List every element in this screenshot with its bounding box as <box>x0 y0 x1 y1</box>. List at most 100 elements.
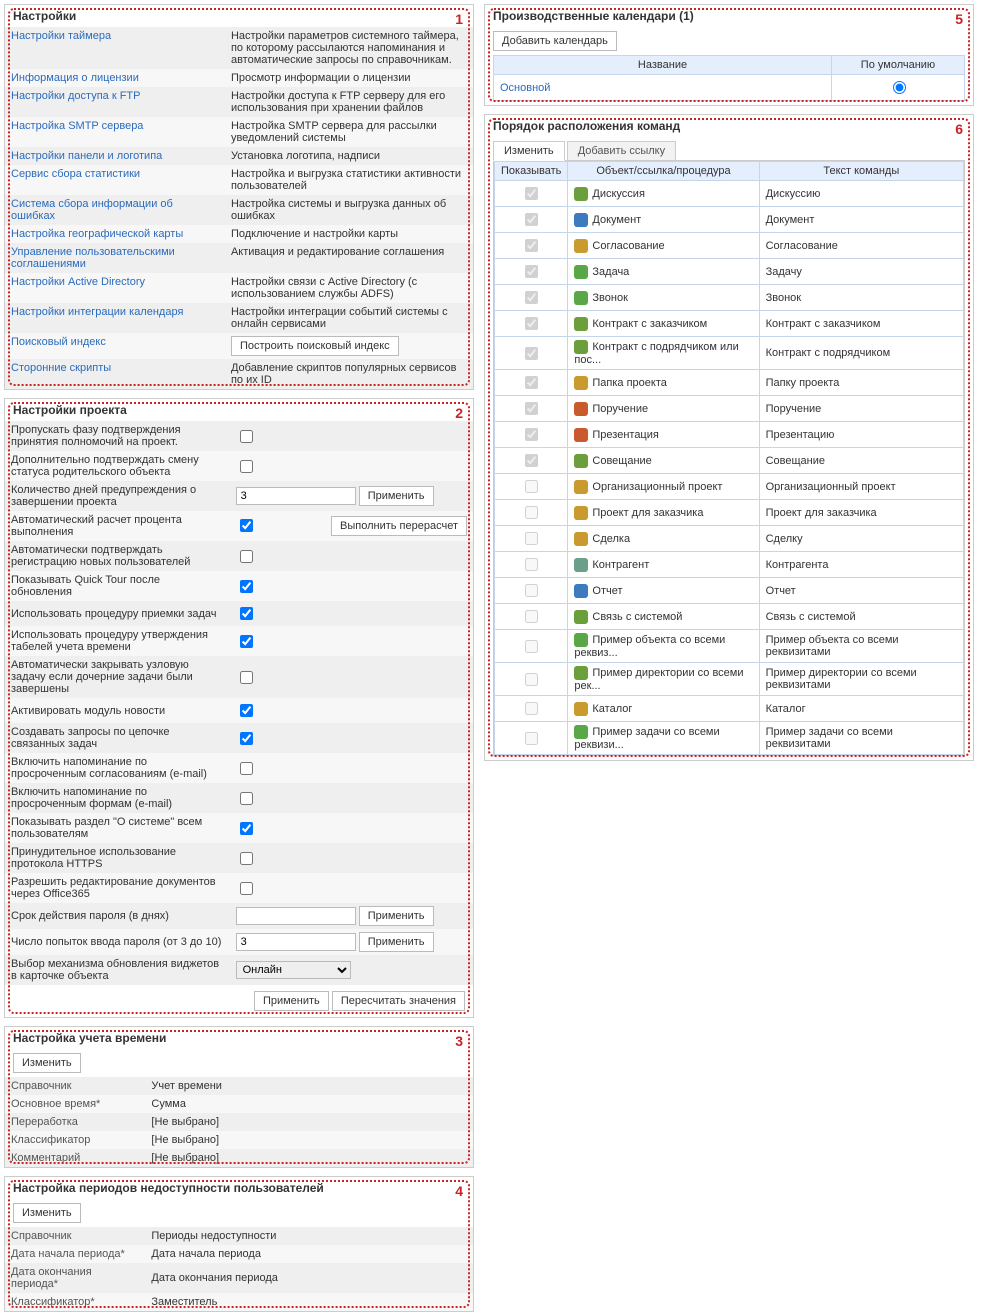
settings-link[interactable]: Настройка SMTP сервера <box>11 120 143 132</box>
project-setting-checkbox[interactable] <box>240 580 253 593</box>
command-text-label: Презентацию <box>759 422 963 448</box>
settings-row: Сервис сбора статистикиНастройка и выгру… <box>5 165 473 195</box>
settings-link[interactable]: Сторонние скрипты <box>11 362 111 374</box>
command-obj-label: Согласование <box>592 239 664 251</box>
project-setting-checkbox[interactable] <box>240 519 253 532</box>
prop-row: СправочникПериоды недоступности <box>5 1227 473 1245</box>
command-show-checkbox[interactable] <box>525 187 538 200</box>
project-setting-checkbox[interactable] <box>240 460 253 473</box>
command-show-checkbox[interactable] <box>525 532 538 545</box>
command-row: Контракт с заказчикомКонтракт с заказчик… <box>495 311 964 337</box>
project-setting-checkbox[interactable] <box>240 882 253 895</box>
unavail-edit-button[interactable]: Изменить <box>13 1203 81 1223</box>
settings-link[interactable]: Система сбора информации об ошибках <box>11 198 173 222</box>
command-show-checkbox[interactable] <box>525 376 538 389</box>
settings-row: Настройка географической картыПодключени… <box>5 225 473 243</box>
unavailability-panel: 4 Настройка периодов недоступности польз… <box>4 1176 474 1312</box>
command-show-checkbox[interactable] <box>525 291 538 304</box>
apply-button[interactable]: Применить <box>254 991 329 1011</box>
project-setting-checkbox[interactable] <box>240 762 253 775</box>
command-text-label: Контракт с подрядчиком <box>759 337 963 370</box>
project-setting-checkbox[interactable] <box>240 704 253 717</box>
command-show-checkbox[interactable] <box>525 673 538 686</box>
command-row: Каталог Каталог <box>495 696 964 722</box>
command-icon <box>574 506 588 520</box>
project-setting-checkbox[interactable] <box>240 822 253 835</box>
settings-link[interactable]: Настройки панели и логотипа <box>11 150 162 162</box>
tab-edit[interactable]: Изменить <box>493 141 565 161</box>
command-show-checkbox[interactable] <box>525 640 538 653</box>
add-calendar-button[interactable]: Добавить календарь <box>493 31 617 51</box>
settings-link[interactable]: Настройки Active Directory <box>11 276 145 288</box>
command-text-label: Отчет <box>759 578 963 604</box>
settings-link[interactable]: Сервис сбора статистики <box>11 168 140 180</box>
command-show-checkbox[interactable] <box>525 610 538 623</box>
command-text-label: Совещание <box>759 448 963 474</box>
settings-link[interactable]: Поисковый индекс <box>11 336 106 348</box>
command-row: ДискуссияДискуссию <box>495 181 964 207</box>
command-text-label: Каталог <box>759 696 963 722</box>
command-row: Пример объекта со всеми реквиз...Пример … <box>495 630 964 663</box>
settings-link[interactable]: Настройки таймера <box>11 30 111 42</box>
command-show-checkbox[interactable] <box>525 558 538 571</box>
project-setting-input[interactable] <box>236 907 356 925</box>
command-show-checkbox[interactable] <box>525 347 538 360</box>
command-show-checkbox[interactable] <box>525 213 538 226</box>
project-setting-label: Принудительное использование протокола H… <box>5 843 230 873</box>
project-setting-btn[interactable]: Выполнить перерасчет <box>331 516 467 536</box>
settings-link[interactable]: Настройки интеграции календаря <box>11 306 183 318</box>
tab-add-link[interactable]: Добавить ссылку <box>567 141 676 161</box>
project-setting-checkbox[interactable] <box>240 792 253 805</box>
command-obj-label: Каталог <box>592 702 632 714</box>
project-setting-checkbox[interactable] <box>240 550 253 563</box>
project-setting-row: Автоматически подтверждать регистрацию н… <box>5 541 473 571</box>
command-show-checkbox[interactable] <box>525 506 538 519</box>
project-setting-checkbox[interactable] <box>240 852 253 865</box>
project-setting-input[interactable] <box>236 487 356 505</box>
settings-link[interactable]: Управление пользовательскими соглашениям… <box>11 246 175 270</box>
recalc-button[interactable]: Пересчитать значения <box>332 991 465 1011</box>
settings-desc: Настройки интеграции событий системы с о… <box>225 303 473 333</box>
project-setting-row: Разрешить редактирование документов чере… <box>5 873 473 903</box>
command-show-checkbox[interactable] <box>525 428 538 441</box>
project-setting-btn[interactable]: Применить <box>359 932 434 952</box>
command-show-checkbox[interactable] <box>525 732 538 745</box>
unavailability-title: Настройка периодов недоступности пользов… <box>5 1177 473 1199</box>
command-show-checkbox[interactable] <box>525 584 538 597</box>
command-row: Проект для заказчикаПроект для заказчика <box>495 500 964 526</box>
settings-row: Поисковый индекс Построить поисковый инде… <box>5 333 473 359</box>
project-setting-label: Показывать Quick Tour после обновления <box>5 571 230 601</box>
command-show-checkbox[interactable] <box>525 702 538 715</box>
calendar-link[interactable]: Основной <box>500 82 550 94</box>
command-show-checkbox[interactable] <box>525 454 538 467</box>
command-show-checkbox[interactable] <box>525 402 538 415</box>
settings-link[interactable]: Настройка географической карты <box>11 228 183 240</box>
command-show-checkbox[interactable] <box>525 480 538 493</box>
command-show-checkbox[interactable] <box>525 239 538 252</box>
project-setting-checkbox[interactable] <box>240 430 253 443</box>
command-show-checkbox[interactable] <box>525 265 538 278</box>
project-setting-select[interactable]: Онлайн <box>236 961 351 979</box>
settings-link[interactable]: Информация о лицензии <box>11 72 139 84</box>
command-icon <box>574 610 588 624</box>
prop-key: Дата начала периода* <box>5 1245 145 1263</box>
settings-desc: Настройка SMTP сервера для рассылки увед… <box>225 117 473 147</box>
cmd-header-obj: Объект/ссылка/процедура <box>568 162 759 181</box>
command-row: ПоручениеПоручение <box>495 396 964 422</box>
project-setting-btn[interactable]: Применить <box>359 486 434 506</box>
project-setting-btn[interactable]: Применить <box>359 906 434 926</box>
project-setting-checkbox[interactable] <box>240 635 253 648</box>
command-show-checkbox[interactable] <box>525 317 538 330</box>
command-row: СогласованиеСогласование <box>495 233 964 259</box>
calendar-default-radio[interactable] <box>893 81 906 94</box>
project-setting-checkbox[interactable] <box>240 607 253 620</box>
command-icon <box>574 454 588 468</box>
settings-link[interactable]: Настройки доступа к FTP <box>11 90 140 102</box>
project-setting-label: Создавать запросы по цепочке связанных з… <box>5 723 230 753</box>
project-setting-input[interactable] <box>236 933 356 951</box>
project-setting-checkbox[interactable] <box>240 732 253 745</box>
time-edit-button[interactable]: Изменить <box>13 1053 81 1073</box>
command-icon <box>574 584 588 598</box>
build-index-button[interactable]: Построить поисковый индекс <box>231 336 399 356</box>
project-setting-checkbox[interactable] <box>240 671 253 684</box>
